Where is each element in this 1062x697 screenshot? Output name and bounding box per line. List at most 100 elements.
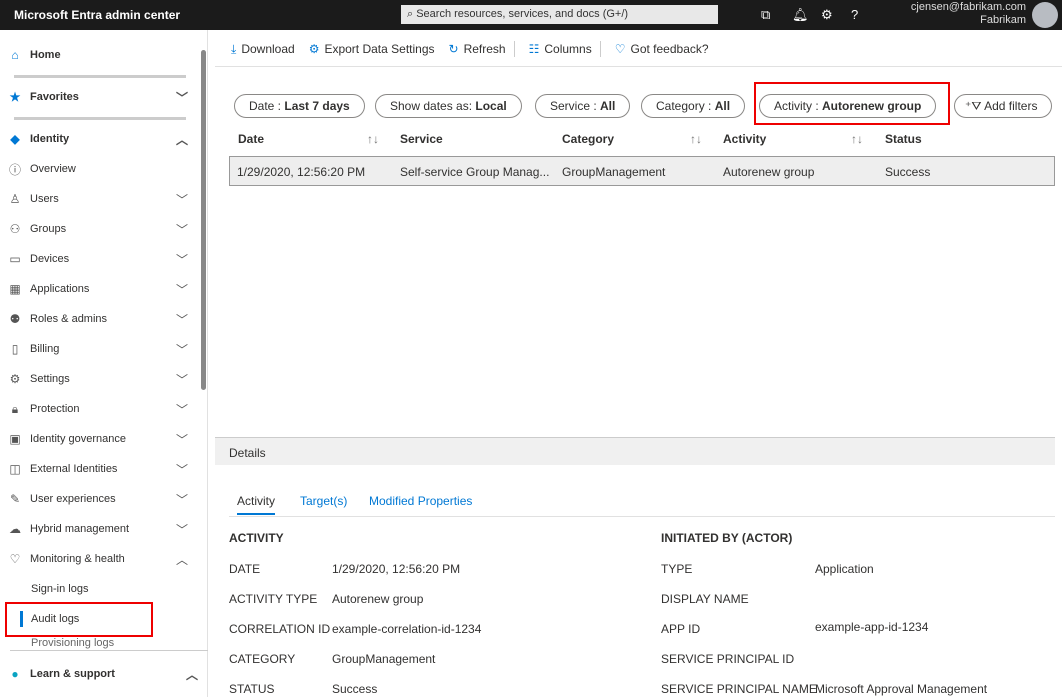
download-button[interactable]: ⤓ Download bbox=[215, 42, 303, 57]
activity-heading: ACTIVITY bbox=[229, 531, 284, 545]
chevron-down-icon[interactable]: ﹀ bbox=[176, 341, 188, 358]
filter-category[interactable]: Category : All bbox=[641, 94, 746, 118]
gear-icon[interactable]: ⚙ bbox=[821, 7, 833, 23]
detail-value: 1/29/2020, 12:56:20 PM bbox=[332, 562, 461, 576]
info-icon: ⓘ bbox=[8, 162, 21, 177]
table-row[interactable]: 1/29/2020, 12:56:20 PM Self-service Grou… bbox=[229, 156, 1055, 186]
sidebar-item[interactable]: ⚉ Roles & admins ﹀ bbox=[0, 304, 198, 334]
sidebar-item[interactable]: ⚇ Groups ﹀ bbox=[0, 214, 198, 244]
label: Refresh bbox=[463, 42, 506, 56]
avatar[interactable] bbox=[1032, 2, 1058, 28]
label: Show dates as: bbox=[390, 99, 476, 113]
export-data-settings-button[interactable]: ⚙ Export Data Settings bbox=[303, 42, 443, 56]
column-header-service[interactable]: Service bbox=[400, 132, 443, 146]
toolbar: ⤓ Download ⚙ Export Data Settings ↻ Refresh… bbox=[215, 38, 717, 60]
sidebar-item[interactable]: ☁ Hybrid management ﹀ bbox=[0, 514, 198, 544]
sidebar-item[interactable]: ▣ Identity governance ﹀ bbox=[0, 424, 198, 454]
detail-value: GroupManagement bbox=[332, 652, 436, 666]
detail-value: example-correlation-id-1234 bbox=[332, 622, 482, 636]
learn-icon: ● bbox=[11, 667, 19, 681]
label: Hybrid management bbox=[30, 523, 130, 535]
add-filters-button[interactable]: ⁺⛛ Add filters bbox=[954, 94, 1053, 118]
heart-monitor-icon: ♡ bbox=[9, 552, 21, 566]
refresh-button[interactable]: ↻ Refresh bbox=[443, 42, 514, 56]
applications-icon: ▦ bbox=[9, 282, 21, 296]
cloud-shell-icon[interactable]: ⧉ bbox=[761, 7, 770, 23]
sidebar-item-learn-support[interactable]: ● Learn & support ︿ bbox=[0, 659, 208, 689]
search-input[interactable]: ⌕ Search resources, services, and docs (… bbox=[401, 5, 718, 24]
sidebar-item[interactable]: ✎ User experiences ﹀ bbox=[0, 484, 198, 514]
filter-show-dates[interactable]: Show dates as: Local bbox=[375, 94, 522, 118]
column-header-date[interactable]: Date bbox=[238, 132, 264, 146]
app-title[interactable]: Microsoft Entra admin center bbox=[14, 8, 180, 22]
chevron-up-icon: ︿ bbox=[175, 132, 188, 147]
chevron-down-icon[interactable]: ﹀ bbox=[176, 251, 188, 268]
tab-targets[interactable]: Target(s) bbox=[300, 494, 347, 508]
chevron-down-icon[interactable]: ﹀ bbox=[176, 191, 188, 208]
label: Download bbox=[241, 42, 295, 56]
highlight-box-activity-filter bbox=[754, 82, 950, 125]
sidebar-scrollbar[interactable] bbox=[199, 38, 208, 648]
sidebar-item[interactable]: ◫ External Identities ﹀ bbox=[0, 454, 198, 484]
columns-button[interactable]: ☷ Columns bbox=[515, 42, 600, 56]
chevron-down-icon[interactable]: ﹀ bbox=[176, 491, 188, 508]
chevron-up-icon[interactable]: ︿ bbox=[176, 551, 188, 568]
top-bar: Microsoft Entra admin center ⌕ Search re… bbox=[0, 0, 1062, 30]
chevron-down-icon[interactable]: ﹀ bbox=[176, 461, 188, 478]
help-icon[interactable]: ? bbox=[851, 7, 858, 22]
detail-label: STATUS bbox=[229, 682, 275, 696]
sidebar-item[interactable]: ▭ Devices ﹀ bbox=[0, 244, 198, 274]
cell-status: Success bbox=[885, 165, 931, 179]
column-header-category[interactable]: Category bbox=[562, 132, 614, 146]
label: Add filters bbox=[984, 99, 1038, 113]
scrollbar-thumb[interactable] bbox=[201, 50, 206, 390]
divider bbox=[10, 650, 208, 651]
sidebar-item[interactable]: ⚙ Settings ﹀ bbox=[0, 364, 198, 394]
detail-label: SERVICE PRINCIPAL ID bbox=[661, 652, 795, 666]
detail-value: Application bbox=[815, 562, 874, 576]
sort-icon[interactable]: ↑↓ bbox=[690, 132, 702, 146]
sidebar-item[interactable]: ▦ Applications ﹀ bbox=[0, 274, 198, 304]
home-icon: ⌂ bbox=[11, 48, 19, 62]
value: Last 7 days bbox=[284, 99, 350, 113]
sidebar-item[interactable]: ♙ Users ﹀ bbox=[0, 184, 198, 214]
star-icon: ★ bbox=[9, 90, 21, 104]
chevron-down-icon[interactable]: ﹀ bbox=[176, 431, 188, 448]
sidebar-item-identity[interactable]: ◆ Identity ︿ bbox=[0, 124, 198, 154]
sort-icon[interactable]: ↑↓ bbox=[851, 132, 863, 146]
sidebar-item[interactable]: ♡ Monitoring & health ︿ bbox=[0, 544, 198, 574]
chevron-down-icon[interactable]: ﹀ bbox=[176, 221, 188, 238]
columns-icon: ☷ bbox=[528, 42, 540, 56]
feedback-button[interactable]: ♡ Got feedback? bbox=[601, 42, 717, 56]
chevron-down-icon[interactable]: ﹀ bbox=[176, 371, 188, 388]
chevron-down-icon[interactable]: ﹀ bbox=[176, 401, 188, 418]
cloud-sync-icon: ☁ bbox=[9, 522, 21, 536]
tab-activity[interactable]: Activity bbox=[237, 494, 276, 515]
sidebar-item[interactable]: ⓘ Overview bbox=[0, 154, 198, 184]
label: Overview bbox=[30, 163, 76, 175]
detail-label: TYPE bbox=[661, 562, 693, 576]
sort-icon[interactable]: ↑↓ bbox=[367, 132, 379, 146]
detail-value: Microsoft Approval Management bbox=[815, 682, 988, 696]
filter-service[interactable]: Service : All bbox=[535, 94, 631, 118]
label: Protection bbox=[30, 403, 80, 415]
gear-icon: ⚙ bbox=[9, 372, 21, 386]
sidebar-item-home[interactable]: ⌂ Home bbox=[0, 40, 198, 70]
sidebar-item-provisioning-logs[interactable]: Provisioning logs bbox=[0, 637, 198, 649]
sidebar-item[interactable]: ▯ Billing ﹀ bbox=[0, 334, 198, 364]
sidebar-item-sign-in-logs[interactable]: Sign-in logs bbox=[0, 574, 198, 604]
tab-modified-properties[interactable]: Modified Properties bbox=[369, 494, 472, 508]
sidebar-item[interactable]: 🔒︎ Protection ﹀ bbox=[0, 394, 198, 424]
roles-icon: ⚉ bbox=[9, 312, 21, 326]
chevron-down-icon[interactable]: ﹀ bbox=[176, 521, 188, 538]
heart-icon: ♡ bbox=[614, 42, 626, 56]
column-header-status[interactable]: Status bbox=[885, 132, 922, 146]
bell-icon[interactable]: 🔔︎ bbox=[792, 7, 809, 23]
sidebar-item-favorites[interactable]: ★ Favorites ﹀ bbox=[0, 82, 198, 112]
account-info[interactable]: cjensen@fabrikam.com Fabrikam bbox=[911, 1, 1026, 27]
chevron-down-icon[interactable]: ﹀ bbox=[176, 281, 188, 298]
filter-date[interactable]: Date : Last 7 days bbox=[234, 94, 365, 118]
detail-label: DISPLAY NAME bbox=[661, 592, 749, 606]
chevron-down-icon[interactable]: ﹀ bbox=[176, 311, 188, 328]
column-header-activity[interactable]: Activity bbox=[723, 132, 766, 146]
